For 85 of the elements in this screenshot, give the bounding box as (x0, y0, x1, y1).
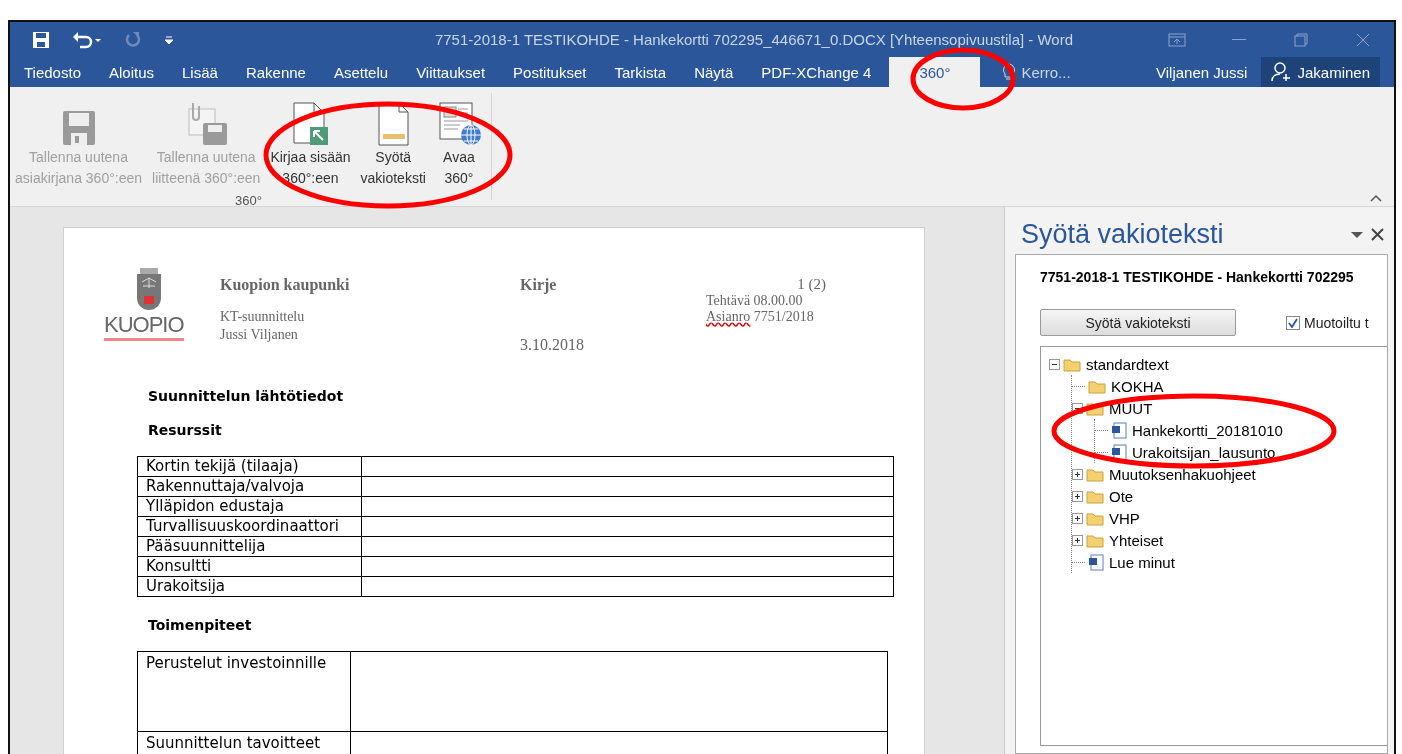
ribbon-tab[interactable]: Tiedosto (10, 57, 95, 87)
ribbon-button[interactable]: Avaa 360° (430, 93, 487, 191)
tree-item[interactable]: Yhteiset (1107, 531, 1164, 549)
collapse-icon[interactable] (1049, 358, 1060, 370)
table-cell: Turvallisuuskoordinaattori (138, 517, 362, 536)
document-type: Kirje (520, 276, 558, 294)
tree-item[interactable]: Lue minut (1107, 553, 1175, 571)
coat-of-arms-icon (134, 268, 164, 312)
organization-name: Kuopion kaupunki (220, 276, 351, 294)
ribbon-tab[interactable]: Asettelu (319, 57, 403, 87)
table-cell: Kortin tekijä (tilaaja) (138, 457, 362, 476)
tree-item[interactable]: Hankekortti_20181010 (1130, 421, 1283, 439)
user-name[interactable]: Viljanen Jussi (1142, 64, 1262, 87)
ribbon-tab[interactable]: Tarkista (600, 57, 681, 87)
tree-item[interactable]: VHP (1107, 509, 1140, 527)
expand-icon[interactable] (1072, 534, 1083, 546)
folder-icon (1063, 356, 1081, 372)
folder-icon (1086, 532, 1104, 548)
document-date: 3.10.2018 (520, 336, 585, 354)
close-icon (1371, 228, 1384, 241)
folder-icon (1086, 510, 1104, 526)
pane-title: Syötä vakioteksti (1020, 219, 1225, 250)
tree-item[interactable]: Ote (1107, 487, 1134, 505)
caret-icon (1370, 194, 1382, 202)
table-cell: Rakennuttaja/valvoja (138, 477, 362, 496)
table-cell: Ylläpidon edustaja (138, 497, 362, 516)
ribbon-button[interactable]: Kirjaa sisään 360°:een (265, 93, 356, 191)
expand-icon[interactable] (1072, 490, 1083, 502)
dropdown-icon (1351, 230, 1363, 239)
customize-icon[interactable] (164, 34, 174, 45)
folder-icon (1088, 378, 1106, 394)
checkmark-icon (1288, 317, 1298, 328)
checkbox[interactable] (1286, 315, 1300, 330)
expand-icon[interactable] (1072, 512, 1083, 524)
restore-icon (1294, 32, 1308, 47)
close-icon (1356, 32, 1370, 47)
tree-item[interactable]: Urakoitsijan_lausunto (1130, 443, 1276, 461)
document-name: 7751-2018-1 TESTIKOHDE - Hankekortti 702295 (1040, 269, 1355, 285)
tree-item[interactable]: Muutoksenhakuohjeet (1107, 465, 1256, 483)
ribbon-tab[interactable]: PDF-XChange 4 (747, 57, 886, 87)
tree-item[interactable]: standardtext (1084, 355, 1169, 373)
collapse-ribbon-button[interactable] (1368, 192, 1384, 204)
section-heading: Resurssit (148, 422, 223, 438)
ribbon-tab[interactable]: Aloitus (95, 57, 168, 87)
ribbon-tab[interactable]: Näytä (680, 57, 748, 87)
section-heading: Suunnittelun lähtötiedot (148, 388, 345, 404)
ribbon-options-icon (1168, 32, 1186, 47)
minimize-icon (1232, 38, 1246, 41)
word-document-icon (1111, 421, 1127, 439)
ribbon-tab[interactable]: 360° (889, 57, 981, 87)
logo-text: KUOPIO (104, 312, 184, 341)
collapse-icon[interactable] (1072, 402, 1083, 414)
expand-icon[interactable] (1072, 468, 1083, 480)
table-cell: Urakoitsija (138, 577, 362, 596)
checkbox-label: Muotoiltu t (1304, 314, 1369, 331)
tree-item[interactable]: MUUT (1107, 399, 1153, 417)
table-cell: Suunnittelun tavoitteet (138, 732, 351, 754)
group-label: 360° (235, 193, 262, 208)
undo-icon[interactable] (72, 30, 102, 49)
ribbon-button[interactable]: Syötä vakioteksti (355, 93, 431, 191)
window-title: 7751-2018-1 TESTIKOHDE - Hankekortti 702295_446671_0.DOCX [Yhteensopivuustila] - Word (433, 31, 1075, 48)
ribbon-tab[interactable]: Lisää (168, 57, 232, 87)
word-document-icon (1088, 553, 1104, 571)
page-number: 1 (2) (797, 276, 826, 293)
folder-icon (1086, 400, 1104, 416)
author-name: Jussi Viljanen (220, 326, 299, 344)
insert-text-button[interactable]: Syötä vakioteksti (1040, 309, 1236, 336)
share-button[interactable]: Jakaminen (1261, 57, 1380, 87)
tell-me-button[interactable]: Kerro... (994, 57, 1079, 87)
table-cell: Konsultti (138, 557, 362, 576)
ribbon-tab[interactable]: Rakenne (231, 57, 320, 87)
section-heading: Toimenpiteet (148, 617, 253, 633)
word-document-icon (1111, 443, 1127, 461)
reference-line: Asianro 7751/2018 (706, 309, 815, 325)
table-cell: Perustelut investoinnille (138, 652, 351, 731)
save-icon[interactable] (32, 30, 50, 49)
ribbon-tab[interactable]: Viittaukset (402, 57, 500, 87)
folder-icon (1086, 488, 1104, 504)
table-cell: Pääsuunnittelija (138, 537, 362, 556)
reference-line: Tehtävä 08.00.00 (706, 293, 804, 309)
unit-name: KT-suunnittelu (220, 308, 306, 326)
lightbulb-icon (1002, 63, 1017, 81)
ribbon-tab[interactable]: Postitukset (499, 57, 601, 87)
tree-item[interactable]: KOKHA (1109, 377, 1164, 395)
folder-icon (1086, 466, 1104, 482)
